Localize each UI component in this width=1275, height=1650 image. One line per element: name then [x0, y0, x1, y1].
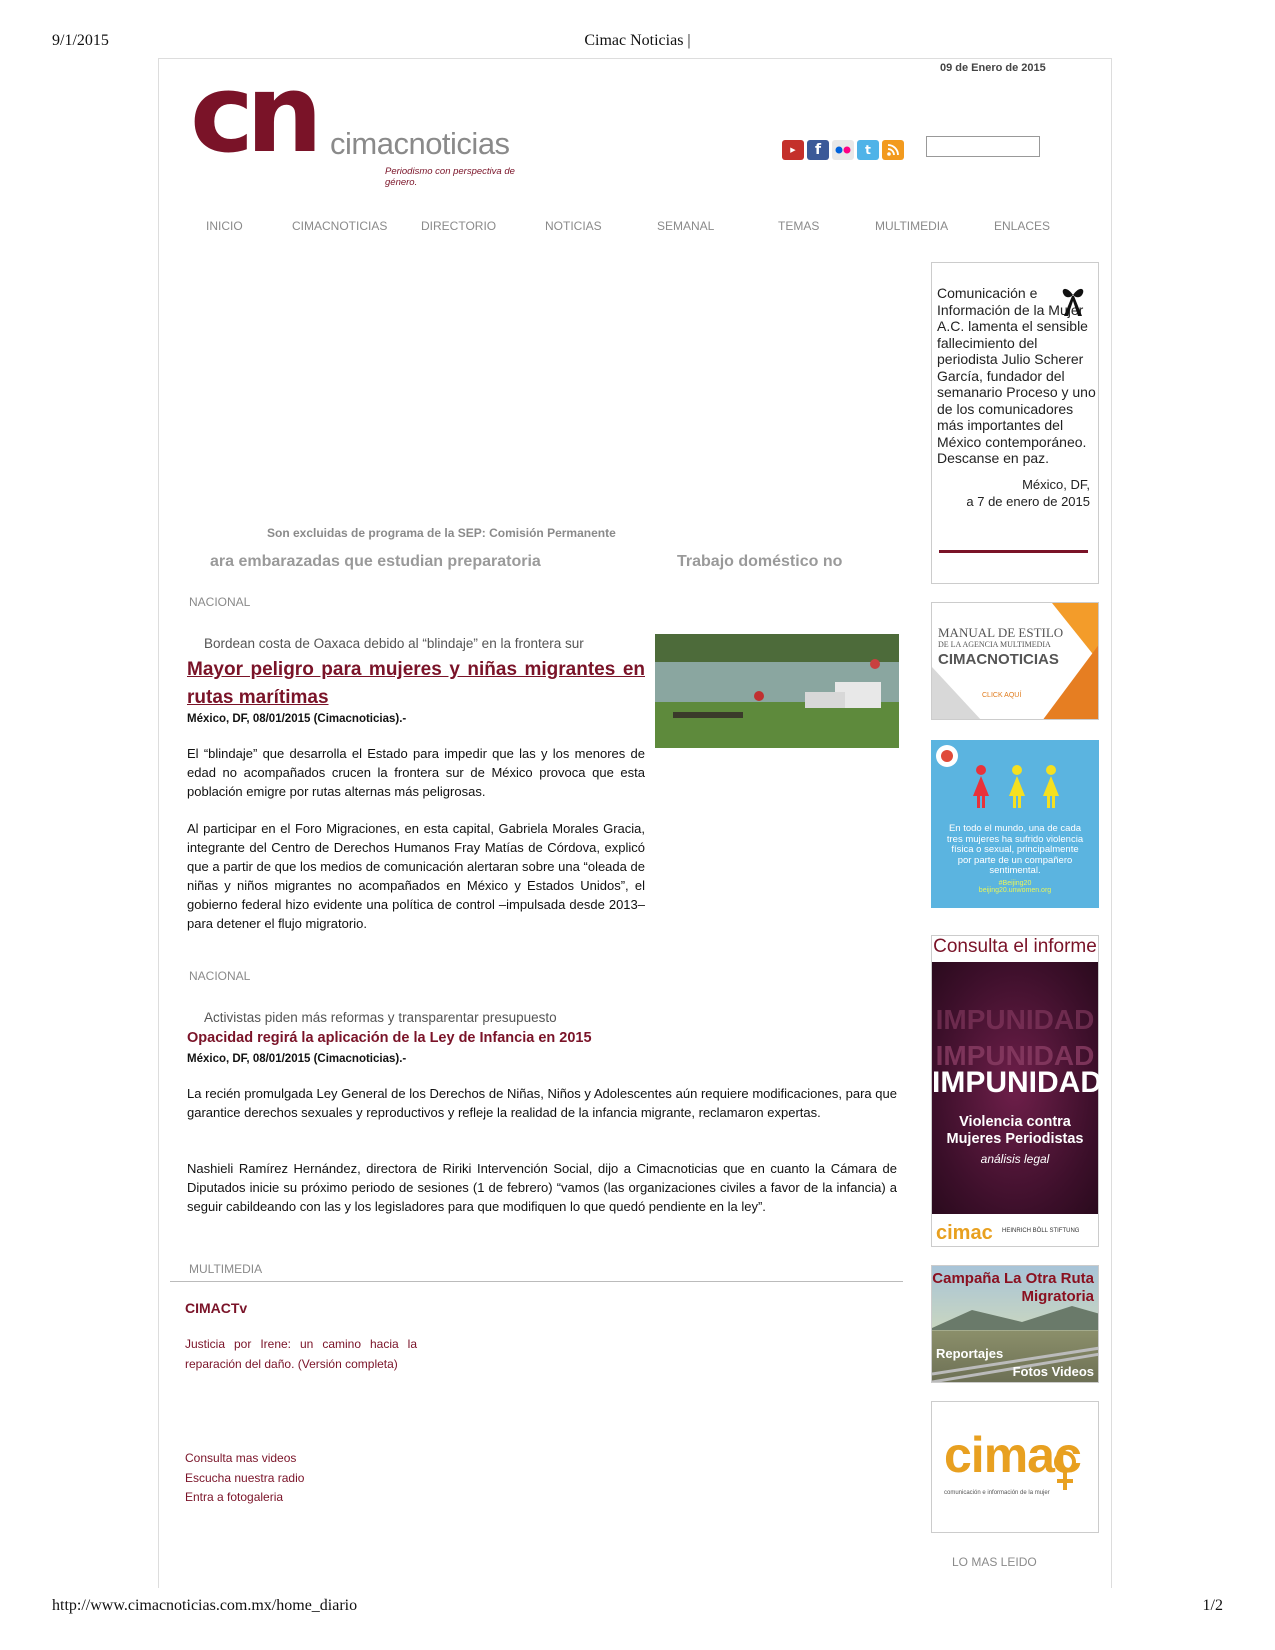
campaign-fotos-videos: Fotos Videos: [1012, 1364, 1094, 1379]
campaign-banner[interactable]: Campaña La Otra Ruta Migratoria Reportaj…: [931, 1265, 1099, 1383]
divider: [170, 1281, 903, 1282]
article-paragraph: Al participar en el Foro Migraciones, en…: [187, 821, 645, 931]
logo-tagline: Periodismo con perspectiva de género.: [385, 166, 515, 188]
article-dateline: México, DF, 08/01/2015 (Cimacnoticias).-: [187, 1053, 407, 1065]
nav-item-enlaces[interactable]: ENLACES: [994, 219, 1050, 233]
campaign-reportajes: Reportajes: [936, 1346, 1004, 1361]
most-read-label: LO MAS LEIDO: [952, 1555, 1037, 1569]
condolence-date: a 7 de enero de 2015: [966, 493, 1090, 509]
article-kicker: Activistas piden más reformas y transpar…: [204, 1010, 557, 1025]
mourning-ribbon-icon: [1062, 288, 1084, 316]
condolence-place: México, DF,: [1022, 476, 1090, 492]
cimac-subtitle: comunicación e información de la mujer: [944, 1490, 1050, 1496]
twitter-icon[interactable]: t: [857, 140, 879, 160]
article-headline[interactable]: Opacidad regirá la aplicación de la Ley …: [187, 1030, 592, 1046]
article-headline[interactable]: Mayor peligro para mujeres y niñas migra…: [187, 656, 645, 712]
nav-item-directorio[interactable]: DIRECTORIO: [421, 219, 496, 233]
multimedia-links: Consulta mas videos Escucha nuestra radi…: [185, 1449, 304, 1508]
ticker-item[interactable]: ara embarazadas que estudian preparatori…: [210, 553, 541, 571]
site-logo[interactable]: cn cimacnoticias Periodismo con perspect…: [190, 52, 535, 188]
section-label[interactable]: NACIONAL: [189, 969, 250, 983]
header-date: 09 de Enero de 2015: [940, 62, 1046, 74]
nav-item-multimedia[interactable]: MULTIMEDIA: [875, 219, 948, 233]
flickr-icon[interactable]: [832, 140, 854, 160]
section-label[interactable]: MULTIMEDIA: [189, 1262, 262, 1276]
report-cta: Consulta el informe: [933, 936, 1097, 957]
article-photo[interactable]: [655, 634, 899, 748]
venus-icon: [1054, 1451, 1076, 1490]
report-subtitle: Violencia contra Mujeres Periodistas: [946, 1114, 1084, 1147]
ticker-item[interactable]: Trabajo doméstico no: [677, 553, 842, 571]
section-label[interactable]: NACIONAL: [189, 595, 250, 609]
nav-item-inicio[interactable]: INICIO: [206, 219, 243, 233]
manual-cta: CLICK AQUÍ: [982, 692, 1022, 699]
nav-item-semanal[interactable]: SEMANAL: [657, 219, 714, 233]
impunidad-report-banner[interactable]: Consulta el informe IMPUNIDAD IMPUNIDAD …: [931, 935, 1102, 1248]
radio-link[interactable]: Escucha nuestra radio: [185, 1469, 304, 1489]
photo-gallery-link[interactable]: Entra a fotogaleria: [185, 1488, 304, 1508]
condolence-notice: Comunicación e Información de la Mujer A…: [931, 262, 1099, 584]
report-cover: IMPUNIDAD IMPUNIDAD IMPUNIDAD Violencia …: [932, 962, 1102, 1214]
beijing20-text: En todo el mundo, una de cada tres mujer…: [946, 823, 1084, 876]
more-videos-link[interactable]: Consulta mas videos: [185, 1449, 304, 1469]
divider: [939, 550, 1088, 553]
report-title: IMPUNIDAD: [932, 1066, 1102, 1099]
youtube-icon[interactable]: ▶: [782, 140, 804, 160]
article-paragraph: El “blindaje” que desarrolla el Estado p…: [187, 746, 645, 799]
cimac-logo-small: cimac: [936, 1222, 993, 1244]
nav-item-cimacnoticias[interactable]: CIMACNOTICIAS: [292, 219, 387, 233]
report-subtitle2: análisis legal: [980, 1152, 1050, 1166]
manual-brand: CIMACNOTICIAS: [938, 651, 1059, 668]
beijing20-banner[interactable]: En todo el mundo, una de cada tres mujer…: [931, 740, 1099, 908]
site-url: beijing20.unwomen.org: [978, 887, 1052, 894]
rss-icon[interactable]: [882, 140, 904, 160]
article-dateline: México, DF, 08/01/2015 (Cimacnoticias).-: [187, 713, 407, 725]
campaign-title: Campaña La Otra Ruta Migratoria: [932, 1270, 1094, 1305]
social-icons: ▶ f t: [782, 140, 904, 160]
slider-caption[interactable]: Son excluidas de programa de la SEP: Com…: [267, 526, 616, 540]
boll-logo: HEINRICH BÖLL STIFTUNG: [1002, 1228, 1080, 1234]
hashtag: #Beijing20: [998, 880, 1032, 887]
cover-ghost-text: IMPUNIDAD: [935, 1004, 1095, 1035]
nav-item-noticias[interactable]: NOTICIAS: [545, 219, 602, 233]
video-link[interactable]: Justicia por Irene: un camino hacia la r…: [185, 1334, 417, 1374]
manual-subtitle: DE LA AGENCIA MULTIMEDIA: [938, 640, 1051, 649]
print-url: http://www.cimacnoticias.com.mx/home_dia…: [52, 1597, 358, 1614]
report-footer: cimac HEINRICH BÖLL STIFTUNG: [932, 1218, 1098, 1248]
style-manual-banner[interactable]: MANUAL DE ESTILO DE LA AGENCIA MULTIMEDI…: [931, 602, 1099, 720]
beijing20-hashtag: #Beijing20 beijing20.unwomen.org: [931, 880, 1099, 894]
article-kicker: Bordean costa de Oaxaca debido al “blind…: [204, 636, 584, 651]
cimac-banner[interactable]: cimac comunicación e información de la m…: [931, 1401, 1099, 1533]
logo-wordmark: cimacnoticias: [330, 126, 510, 161]
logo-mark: cn: [190, 52, 323, 177]
print-page: 1/2: [1202, 1597, 1223, 1614]
nav-item-temas[interactable]: TEMAS: [778, 219, 819, 233]
article-paragraph: La recién promulgada Ley General de los …: [187, 1086, 897, 1120]
manual-title: MANUAL DE ESTILO: [938, 625, 1064, 640]
article-paragraph: Nashieli Ramírez Hernández, directora de…: [187, 1161, 897, 1214]
search-input[interactable]: [926, 136, 1040, 157]
cimactv-title[interactable]: CIMACTv: [185, 1300, 247, 1316]
facebook-icon[interactable]: f: [807, 140, 829, 160]
print-title: Cimac Noticias |: [584, 32, 691, 49]
